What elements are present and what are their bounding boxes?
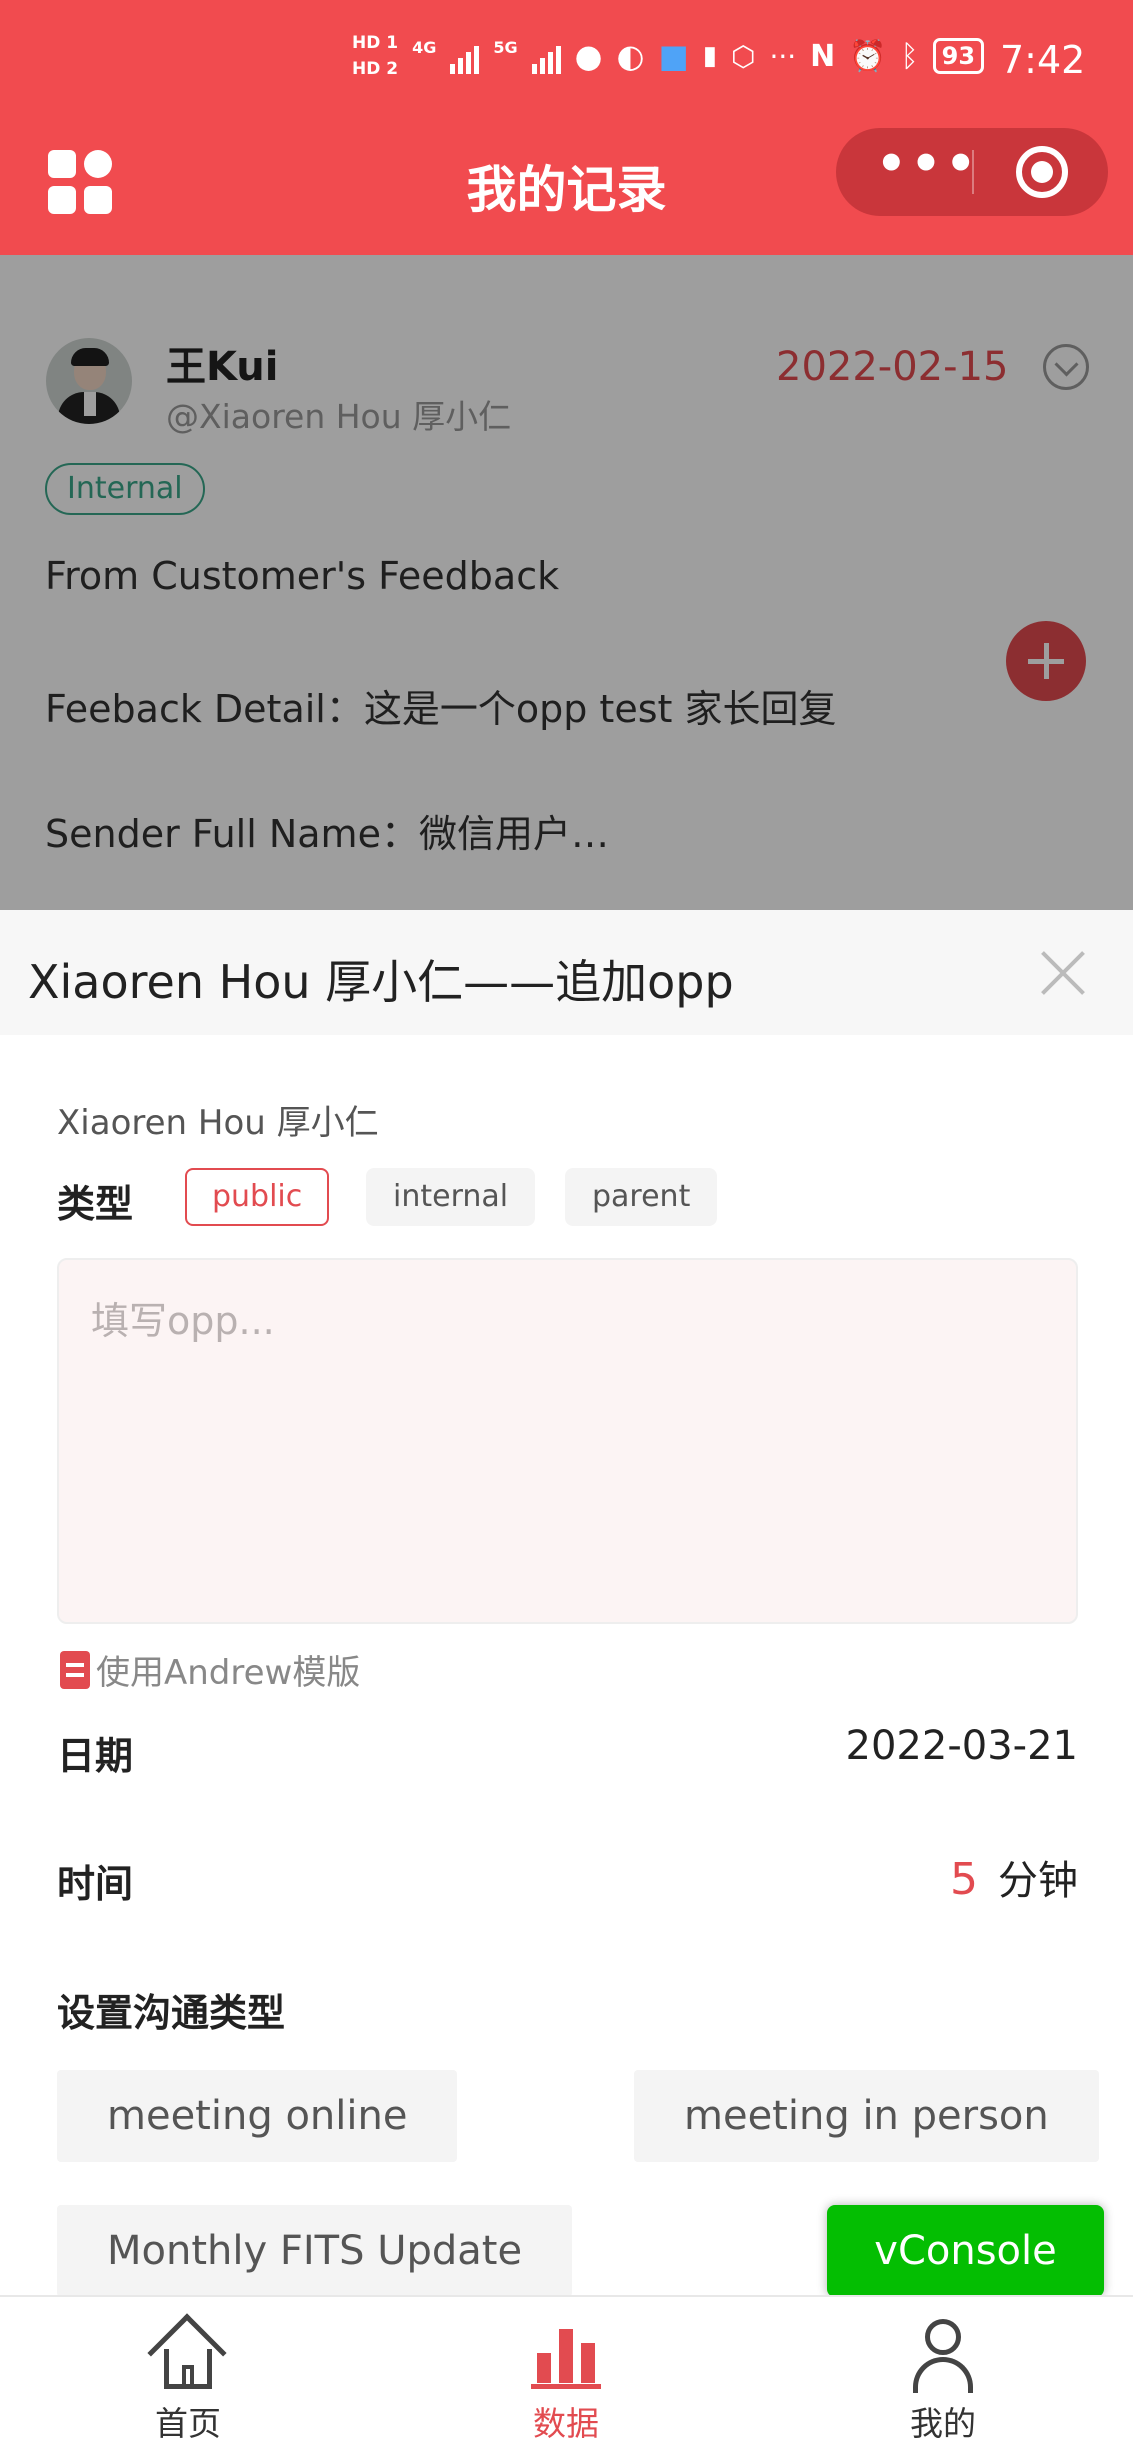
capsule-divider (972, 150, 974, 194)
shield-icon: ⬡ (731, 39, 756, 73)
duration-unit: 分钟 (998, 1858, 1078, 1904)
opp-input[interactable] (57, 1258, 1078, 1624)
use-template-link[interactable]: 使用Andrew模版 (60, 1645, 360, 1694)
sheet-title: Xiaoren Hou 厚小仁——追加opp (28, 955, 734, 1009)
duration-picker[interactable]: 5 分钟 (950, 1848, 1078, 1906)
vconsole-button[interactable]: vConsole (827, 2205, 1104, 2297)
bluetooth-icon: ᛒ (900, 38, 919, 74)
comm-chip-meeting-online[interactable]: meeting online (57, 2070, 458, 2162)
app-icon: ◐ (616, 37, 645, 75)
status-icons: HD 1 HD 2 4G 5G ● ◐ ■ ▮ ⬡ ··· N ⏰ ᛒ 93 (352, 30, 985, 82)
add-opp-sheet: Xiaoren Hou 厚小仁——追加opp Xiaoren Hou 厚小仁 类… (0, 910, 1133, 2297)
date-value[interactable]: 2022-03-21 (846, 1723, 1078, 1769)
target-icon[interactable] (1016, 146, 1068, 198)
duration-value: 5 (950, 1854, 978, 1905)
nfc-icon: N (810, 38, 836, 74)
type-chip-public[interactable]: public (185, 1168, 330, 1226)
mini-program-capsule: ••• (836, 128, 1108, 216)
signal-icon (450, 38, 480, 74)
document-icon (60, 1650, 90, 1689)
bottom-tab-bar: 首页 数据 我的 (0, 2295, 1133, 2453)
sheet-header: Xiaoren Hou 厚小仁——追加opp (0, 910, 1133, 1035)
home-icon (147, 2313, 227, 2393)
modal-overlay[interactable] (0, 255, 1133, 910)
status-bar: HD 1 HD 2 4G 5G ● ◐ ■ ▮ ⬡ ··· N ⏰ ᛒ 93 7… (0, 0, 1133, 130)
type-label: 类型 (57, 1182, 134, 1226)
battery-indicator: 93 (932, 38, 985, 74)
tab-data[interactable]: 数据 (446, 2297, 686, 2453)
alarm-icon: ⏰ (849, 38, 887, 74)
app-header: HD 1 HD 2 4G 5G ● ◐ ■ ▮ ⬡ ··· N ⏰ ᛒ 93 7… (0, 0, 1133, 255)
net2-label: 5G (493, 37, 518, 57)
time-label: 时间 (57, 1862, 134, 1906)
comm-type-label: 设置沟通类型 (57, 1991, 286, 2035)
bar-chart-icon (531, 2323, 601, 2389)
comm-chip-monthly-fits-update[interactable]: Monthly FITS Update (57, 2205, 573, 2297)
comm-chip-meeting-in-person[interactable]: meeting in person (634, 2070, 1099, 2162)
book-icon: ▮ (702, 41, 718, 71)
tab-home-label: 首页 (155, 2404, 221, 2443)
date-label: 日期 (57, 1734, 134, 1778)
hd1-label: HD 1 (352, 33, 399, 53)
mail-icon: ■ (658, 37, 689, 75)
net1-label: 4G (412, 37, 437, 57)
type-chip-parent[interactable]: parent (565, 1168, 718, 1226)
more-indicator: ··· (769, 39, 797, 73)
signal-icon-2 (531, 38, 561, 74)
tab-mine[interactable]: 我的 (823, 2297, 1063, 2453)
hd2-label: HD 2 (352, 59, 399, 79)
more-dots-icon[interactable]: ••• (876, 140, 976, 190)
hd-indicator: HD 1 HD 2 (352, 30, 398, 82)
tab-data-label: 数据 (533, 2404, 599, 2443)
chat-icon: ● (574, 37, 603, 75)
tab-mine-label: 我的 (910, 2404, 976, 2443)
user-icon (911, 2317, 975, 2393)
clock: 7:42 (1000, 38, 1086, 82)
owner-name: Xiaoren Hou 厚小仁 (57, 1103, 379, 1143)
template-link-label: 使用Andrew模版 (96, 1653, 361, 1693)
type-chip-internal[interactable]: internal (366, 1168, 536, 1226)
tab-home[interactable]: 首页 (68, 2297, 308, 2453)
close-icon[interactable] (1040, 950, 1086, 996)
